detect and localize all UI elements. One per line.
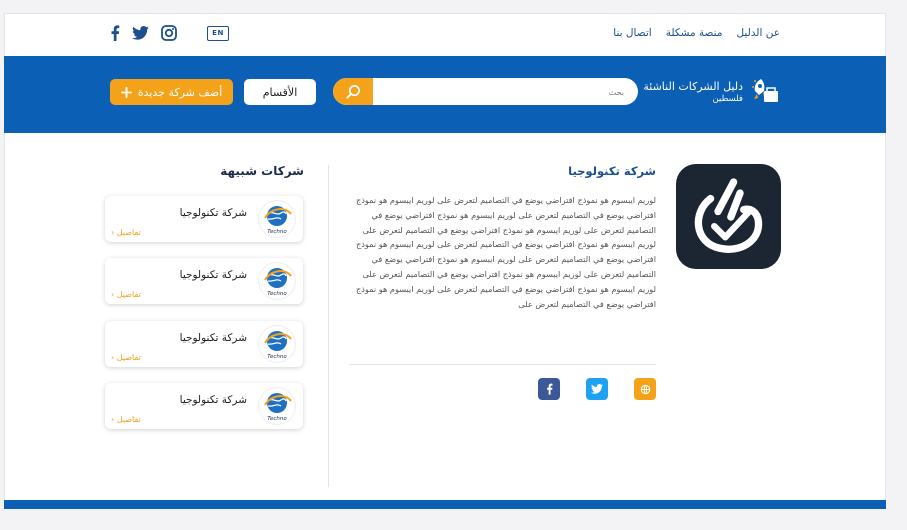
search-input[interactable]: [372, 78, 626, 105]
search-button[interactable]: [333, 78, 373, 105]
nav-problem-platform[interactable]: منصة مشكلة: [666, 27, 723, 39]
twitter-icon[interactable]: [586, 378, 608, 400]
plus-icon: [120, 86, 132, 98]
search-icon: [345, 84, 361, 99]
similar-company-name: شركة تكنولوجيا: [179, 394, 247, 406]
company-name: شركة تكنولوجيا: [568, 164, 656, 178]
chevron-left-icon: ‹: [111, 415, 115, 424]
top-bar: عن الدليل منصة مشكلة اتصال بنا EN: [4, 13, 886, 56]
similar-company-name: شركة تكنولوجيا: [179, 207, 247, 219]
facebook-icon[interactable]: [538, 378, 560, 400]
similar-companies-title: شركات شبيهة: [220, 164, 304, 178]
chevron-left-icon: ‹: [111, 228, 115, 237]
header: دليل الشركات الناشئة فلسطين الأقسام أضف …: [4, 56, 886, 133]
details-link-label: تفاصيل: [116, 290, 141, 299]
brand-logo-icon: [749, 77, 781, 107]
company-description: لوريم ايبسوم هو نموذج افتراضي يوضع في ال…: [355, 195, 656, 309]
details-link[interactable]: تفاصيل ‹: [111, 353, 141, 362]
similar-company-card[interactable]: Techno شركة تكنولوجيا تفاصيل ‹: [105, 196, 303, 242]
brand-title: دليل الشركات الناشئة: [643, 79, 743, 93]
company-logo-icon: Techno: [259, 326, 295, 362]
details-link-label: تفاصيل: [116, 228, 141, 237]
details-link[interactable]: تفاصيل ‹: [111, 290, 141, 299]
company-logo: [676, 164, 781, 269]
company-logo-icon: Techno: [259, 201, 295, 237]
company-logo-icon: Techno: [259, 388, 295, 424]
similar-company-name: شركة تكنولوجيا: [179, 269, 247, 281]
categories-button[interactable]: الأقسام: [244, 79, 316, 105]
company-logo-icon: Techno: [259, 263, 295, 299]
details-link[interactable]: تفاصيل ‹: [111, 228, 141, 237]
svg-text:Techno: Techno: [267, 291, 287, 297]
search-bar: [333, 78, 638, 105]
add-company-label: أضف شركة جديدة: [137, 85, 223, 99]
svg-text:Techno: Techno: [267, 229, 287, 235]
similar-company-card[interactable]: Techno شركة تكنولوجيا تفاصيل ‹: [105, 258, 303, 304]
svg-text:Techno: Techno: [267, 416, 287, 422]
brand[interactable]: دليل الشركات الناشئة فلسطين: [643, 77, 781, 107]
similar-company-card[interactable]: Techno شركة تكنولوجيا تفاصيل ‹: [105, 321, 303, 367]
similar-company-name: شركة تكنولوجيا: [179, 332, 247, 344]
brand-subtitle: فلسطين: [712, 93, 743, 104]
website-icon[interactable]: [634, 378, 656, 400]
footer-bar: [4, 500, 886, 509]
nav-about[interactable]: عن الدليل: [736, 27, 780, 39]
instagram-icon[interactable]: [161, 25, 177, 41]
social-links: EN: [110, 25, 229, 41]
column-divider: [328, 165, 329, 487]
details-link-label: تفاصيل: [116, 353, 141, 362]
language-toggle[interactable]: EN: [207, 25, 229, 41]
details-link-label: تفاصيل: [116, 415, 141, 424]
chevron-left-icon: ‹: [111, 353, 115, 362]
company-social-links: [536, 378, 656, 400]
add-company-button[interactable]: أضف شركة جديدة: [110, 79, 233, 105]
nav-contact[interactable]: اتصال بنا: [613, 27, 651, 39]
details-link[interactable]: تفاصيل ‹: [111, 415, 141, 424]
chevron-left-icon: ‹: [111, 290, 115, 299]
divider: [349, 364, 656, 365]
top-nav: عن الدليل منصة مشكلة اتصال بنا: [613, 27, 780, 39]
facebook-icon[interactable]: [110, 25, 120, 41]
similar-company-card[interactable]: Techno شركة تكنولوجيا تفاصيل ‹: [105, 383, 303, 429]
svg-text:Techno: Techno: [267, 354, 287, 360]
twitter-icon[interactable]: [132, 26, 149, 40]
